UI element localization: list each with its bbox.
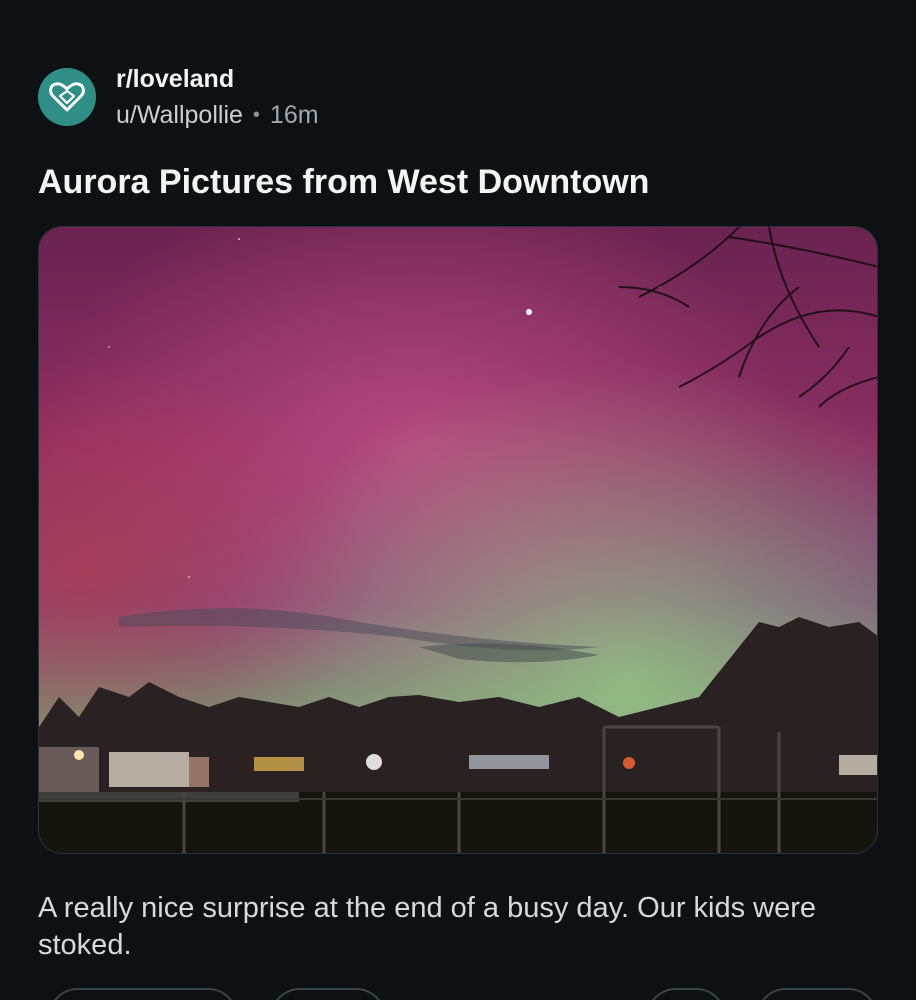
post-meta: r/loveland u/Wallpollie • 16m — [116, 64, 319, 130]
comment-button[interactable] — [270, 988, 386, 1000]
byline: u/Wallpollie • 16m — [116, 100, 319, 130]
separator-dot: • — [252, 104, 260, 126]
post-header: r/loveland u/Wallpollie • 16m — [38, 64, 319, 130]
post-title[interactable]: Aurora Pictures from West Downtown — [38, 160, 649, 204]
award-button[interactable] — [646, 988, 726, 1000]
share-button[interactable] — [756, 988, 878, 1000]
post-card: r/loveland u/Wallpollie • 16m Aurora Pic… — [0, 0, 916, 1000]
subreddit-name[interactable]: r/loveland — [116, 64, 319, 94]
author-username[interactable]: u/Wallpollie — [116, 100, 243, 130]
action-bar — [38, 988, 878, 1000]
post-body: A really nice surprise at the end of a b… — [38, 892, 817, 961]
post-image[interactable] — [38, 226, 878, 854]
post-time: 16m — [269, 101, 319, 129]
heart-icon — [49, 82, 85, 112]
subreddit-avatar[interactable] — [38, 68, 96, 126]
vote-button[interactable] — [48, 988, 238, 1000]
aurora-photo — [39, 227, 877, 853]
